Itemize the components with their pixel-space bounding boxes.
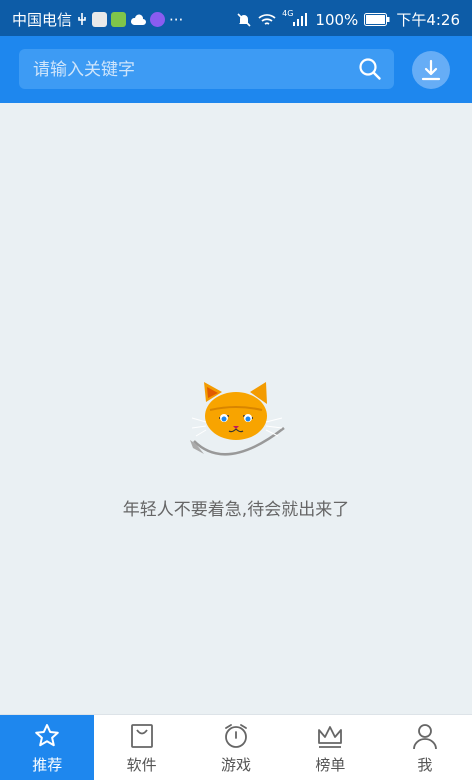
tab-me[interactable]: 我 xyxy=(378,715,472,780)
mute-icon xyxy=(237,12,251,27)
cat-illustration xyxy=(190,382,285,456)
crown-icon xyxy=(318,726,343,748)
status-bar: 中国电信 ··· 4G 100% 下午4:26 xyxy=(0,0,472,36)
status-left: 中国电信 ··· xyxy=(12,9,183,30)
tab-label: 软件 xyxy=(126,756,157,774)
tab-games[interactable]: 游戏 xyxy=(189,715,283,780)
alarm-clock-icon xyxy=(225,724,247,748)
more-notifications: ··· xyxy=(169,10,184,29)
download-icon xyxy=(421,59,441,81)
tab-label: 我 xyxy=(417,756,433,774)
tab-software[interactable]: 软件 xyxy=(94,715,188,780)
signal-icon xyxy=(293,13,308,26)
battery-percent: 100% xyxy=(315,10,359,29)
status-right: 4G 100% 下午4:26 xyxy=(236,9,460,30)
wifi-icon xyxy=(258,13,276,25)
carrier-name: 中国电信 xyxy=(12,11,73,29)
tab-label: 榜单 xyxy=(315,756,346,774)
usb-icon xyxy=(78,13,86,25)
network-type: 4G xyxy=(282,9,294,18)
empty-message: 年轻人不要着急,待会就出来了 xyxy=(122,500,350,520)
tab-recommend[interactable]: 推荐 xyxy=(0,715,95,780)
search-icon[interactable] xyxy=(358,57,382,81)
battery-icon xyxy=(364,13,390,26)
bag-icon xyxy=(130,724,153,748)
app-notification-icon xyxy=(92,12,108,27)
user-icon xyxy=(412,724,437,750)
tab-label: 推荐 xyxy=(32,756,63,774)
chat-notification-icon xyxy=(150,12,166,27)
browser-notification-icon xyxy=(111,12,127,27)
cloud-icon xyxy=(130,13,147,25)
search-bar[interactable] xyxy=(19,49,394,91)
download-button[interactable] xyxy=(412,51,450,89)
tab-rankings[interactable]: 榜单 xyxy=(283,715,377,780)
star-icon xyxy=(35,724,60,747)
search-input[interactable] xyxy=(31,49,345,91)
tab-label: 游戏 xyxy=(221,756,252,774)
clock: 下午4:26 xyxy=(396,11,460,29)
bottom-tab-bar: 推荐 软件 游戏 榜单 我 xyxy=(0,714,472,780)
app-header xyxy=(0,36,472,103)
